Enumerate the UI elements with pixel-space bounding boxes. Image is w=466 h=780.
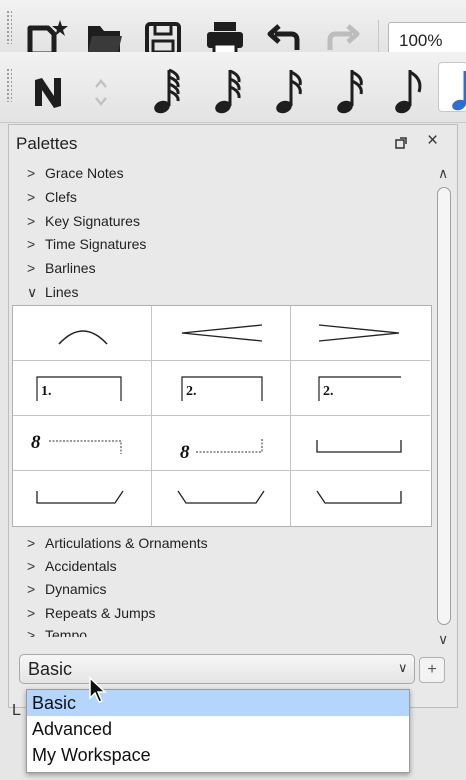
chevron-right-icon: > [27,558,36,574]
workspace-option-advanced[interactable]: Advanced [27,716,409,742]
category-lines-expanded[interactable]: ∨ Lines [27,280,78,304]
svg-text:8: 8 [31,432,41,453]
workspace-option-my-workspace[interactable]: My Workspace [27,742,409,768]
category-articulations-ornaments[interactable]: > Articulations & Ornaments [27,531,208,555]
mouse-cursor-icon [89,676,107,703]
chevron-down-icon: ∨ [398,660,408,675]
workspace-dropdown-list: Basic Advanced My Workspace [26,689,410,773]
64th-note-icon[interactable] [150,66,184,116]
pedal-bracket-left-angle-cell[interactable] [291,471,430,526]
chevron-right-icon: > [27,535,36,551]
chevron-right-icon: > [27,213,36,229]
crescendo-hairpin-cell[interactable] [152,306,291,361]
chevron-right-icon: > [27,581,36,597]
category-repeats-jumps[interactable]: > Repeats & Jumps [27,601,156,625]
svg-text:1.: 1. [41,384,52,399]
32nd-note-icon[interactable] [211,66,245,116]
close-icon[interactable]: × [427,131,438,151]
chevron-right-icon: > [27,260,36,276]
chevron-right-icon: > [27,627,36,637]
pedal-bracket-right-angle-cell[interactable] [13,471,152,526]
quarter-note-icon [452,71,466,111]
chevron-right-icon: > [27,165,36,181]
volta-1-cell[interactable]: 1. [13,361,152,416]
slur-cell[interactable] [13,306,152,361]
open-icon[interactable] [86,22,124,56]
chevron-right-icon: > [27,605,36,621]
8th-note-icon[interactable] [391,66,425,116]
pedal-bracket-both-angled-cell[interactable] [152,471,291,526]
category-time-signatures[interactable]: > Time Signatures [27,232,146,256]
underlying-label: L [12,702,21,719]
16th-note-icon[interactable] [272,66,306,116]
category-accidentals[interactable]: > Accidentals [27,554,117,578]
workspace-select[interactable]: Basic ∨ [19,654,415,684]
toolbar-grip[interactable] [6,68,12,102]
lines-palette-grid: 1. 2. 2. 8 8 [12,305,432,527]
palettes-panel: Palettes × > Grace Notes > Clefs > Key Sign… [8,124,458,708]
svg-text:8: 8 [180,442,190,463]
quarter-note-button[interactable] [438,62,466,112]
file-toolbar: 100% [0,0,466,58]
volta-2-closed-cell[interactable]: 2. [152,361,291,416]
note-input-icon[interactable] [30,74,66,110]
workspace-option-basic[interactable]: Basic [27,690,409,716]
float-icon[interactable] [395,137,407,149]
diminuendo-hairpin-cell[interactable] [291,306,430,361]
spinner-icon[interactable] [92,76,110,110]
ottava-8vb-cell[interactable]: 8 [152,416,291,471]
chevron-down-icon: ∨ [27,284,38,300]
16th-note-icon[interactable] [333,66,367,116]
palette-scrollbar[interactable]: ∧ ∨ [436,165,454,651]
category-barlines[interactable]: > Barlines [27,256,96,280]
redo-icon[interactable] [326,24,360,54]
category-tempo[interactable]: > Tempo [27,623,87,637]
toolbar-grip[interactable] [6,10,12,44]
palettes-title: Palettes [16,134,78,153]
category-dynamics[interactable]: > Dynamics [27,577,106,601]
chevron-right-icon: > [27,236,36,252]
category-grace-notes[interactable]: > Grace Notes [27,161,124,185]
pedal-bracket-cell[interactable] [291,416,430,471]
scroll-up-icon[interactable]: ∧ [438,165,448,182]
category-key-signatures[interactable]: > Key Signatures [27,209,140,233]
undo-icon[interactable] [267,24,301,54]
workspace-selected-value: Basic [28,659,73,679]
scroll-down-icon[interactable]: ∨ [438,631,448,648]
category-clefs[interactable]: > Clefs [27,185,77,209]
volta-2-open-cell[interactable]: 2. [291,361,430,416]
svg-text:2.: 2. [186,384,197,399]
scrollbar-thumb[interactable] [437,187,451,625]
svg-text:2.: 2. [323,384,334,399]
add-workspace-button[interactable]: + [419,657,445,683]
note-input-toolbar [0,52,466,123]
chevron-right-icon: > [27,189,36,205]
ottava-8va-cell[interactable]: 8 [13,416,152,471]
